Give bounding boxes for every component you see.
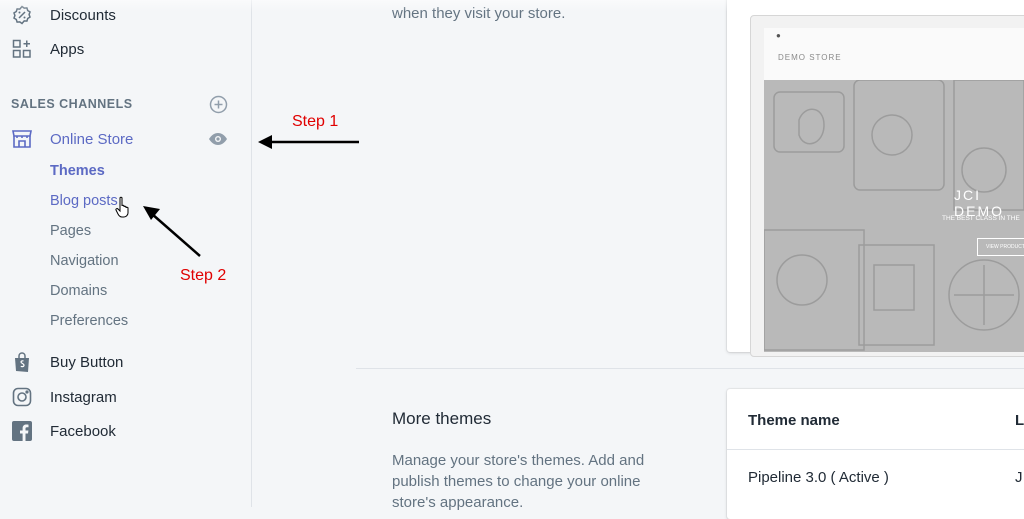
sidebar-item-label: Apps <box>50 40 85 58</box>
step1-arrow-icon <box>258 135 359 149</box>
table-header-col2: L <box>1015 412 1024 429</box>
sidebar-subitem-pages[interactable]: Pages <box>50 223 91 239</box>
shopify-bag-icon <box>11 351 33 373</box>
sidebar-item-label: Online Store <box>50 130 134 148</box>
section-divider <box>356 368 1024 369</box>
theme-table-card <box>727 389 1024 519</box>
sidebar-subitem-themes[interactable]: Themes <box>50 163 105 179</box>
sidebar-subitem-navigation[interactable]: Navigation <box>50 253 119 269</box>
step1-label: Step 1 <box>292 113 339 130</box>
eye-icon[interactable] <box>208 130 228 148</box>
sidebar-subitem-blog-posts[interactable]: Blog posts <box>50 193 118 209</box>
more-themes-title: More themes <box>392 409 492 428</box>
theme-preview-topbar: ● DEMO STORE <box>764 28 1024 81</box>
sidebar-item-label: Instagram <box>50 388 117 406</box>
sidebar-subitem-domains[interactable]: Domains <box>50 283 107 299</box>
step2-label: Step 2 <box>180 267 227 284</box>
facebook-icon <box>11 420 33 442</box>
sidebar-item-instagram[interactable]: Instagram <box>0 382 251 412</box>
add-channel-icon[interactable] <box>209 95 228 114</box>
sidebar-item-facebook[interactable]: Facebook <box>0 416 251 446</box>
sidebar: Discounts Apps SALES CHANNELS Online Sto… <box>0 0 252 507</box>
theme-row-name: Pipeline 3.0 ( Active ) <box>748 469 889 486</box>
sidebar-item-label: Facebook <box>50 422 116 440</box>
theme-row-col2: J <box>1015 469 1023 486</box>
user-icon: ● <box>776 31 781 40</box>
step2-arrow-icon <box>143 206 201 257</box>
sidebar-item-buy-button[interactable]: Buy Button <box>0 347 251 377</box>
sidebar-item-apps[interactable]: Apps <box>0 34 251 64</box>
hand-cursor-icon <box>114 196 134 223</box>
preview-hero-subtitle: THE BEST CLASS IN THE <box>942 215 1020 222</box>
preview-store-name: DEMO STORE <box>778 53 842 62</box>
instagram-icon <box>11 386 33 408</box>
table-header-theme-name: Theme name <box>748 412 840 429</box>
section-title-sales-channels: SALES CHANNELS <box>11 97 133 111</box>
sidebar-item-label: Buy Button <box>50 353 124 371</box>
table-divider <box>727 449 1024 450</box>
theme-preview-image: JCI DEMO THE BEST CLASS IN THE VIEW PROD… <box>764 80 1024 352</box>
top-fade <box>0 0 1024 12</box>
sidebar-subitem-preferences[interactable]: Preferences <box>50 313 128 329</box>
more-themes-description: Manage your store's themes. Add and publ… <box>392 452 645 511</box>
store-icon <box>11 128 33 150</box>
sidebar-item-online-store[interactable]: Online Store <box>0 124 251 154</box>
preview-hero-button: VIEW PRODUCTS <box>977 238 1024 256</box>
apps-icon <box>11 38 33 60</box>
